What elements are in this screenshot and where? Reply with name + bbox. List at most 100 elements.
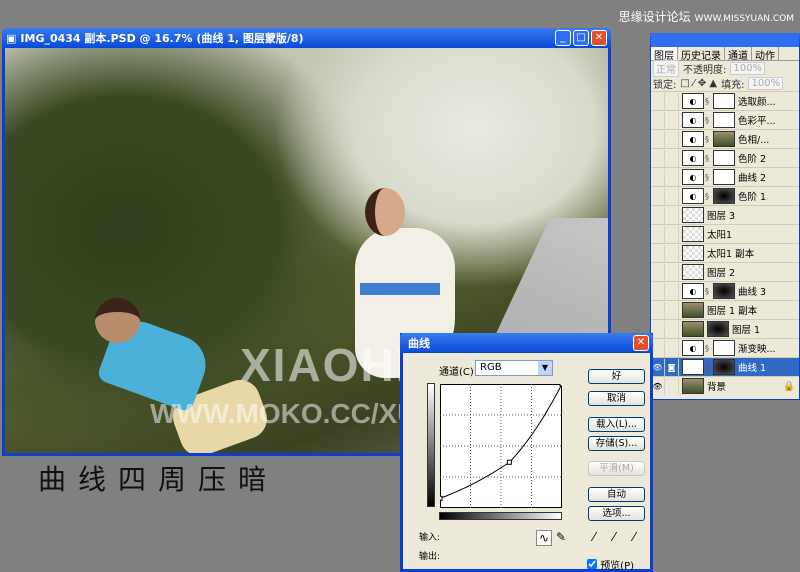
lock-label: 锁定: (653, 80, 677, 91)
layer-mask-thumbnail (713, 359, 735, 375)
layer-row[interactable]: ◐ § 色彩平... (651, 110, 799, 129)
layer-row[interactable]: 太阳1 副本 (651, 243, 799, 262)
layer-row[interactable]: 太阳1 (651, 224, 799, 243)
visibility-eye-icon[interactable] (651, 225, 665, 243)
layer-row[interactable]: ◐ § 色阶 1 (651, 186, 799, 205)
layer-name: 曲线 2 (738, 173, 767, 184)
layer-thumbnail (682, 245, 704, 261)
layer-row[interactable]: 图层 3 (651, 205, 799, 224)
document-title: IMG_0434 副本.PSD @ 16.7% (曲线 1, 图层蒙版/8) (20, 32, 304, 45)
layer-thumbnail (682, 264, 704, 280)
white-eyedropper-icon[interactable]: ⁄ (633, 530, 635, 544)
pencil-tool-icon[interactable]: ✎ (556, 530, 566, 544)
layer-name: 渐变映... (738, 344, 776, 355)
layer-thumbnail (682, 302, 704, 318)
tab-actions[interactable]: 动作 (752, 47, 779, 62)
visibility-eye-icon[interactable] (651, 187, 665, 205)
visibility-eye-icon[interactable] (651, 92, 665, 110)
auto-button[interactable]: 自动 (588, 487, 645, 502)
link-toggle[interactable] (665, 92, 679, 110)
lock-icons[interactable]: □ ⁄ ✥ ▲ (680, 78, 717, 89)
visibility-eye-icon[interactable] (651, 149, 665, 167)
visibility-eye-icon[interactable] (651, 339, 665, 357)
visibility-eye-icon[interactable] (651, 320, 665, 338)
layer-row[interactable]: ◐ § 色阶 2 (651, 148, 799, 167)
link-toggle[interactable] (665, 225, 679, 243)
link-toggle[interactable] (665, 168, 679, 186)
visibility-eye-icon[interactable] (651, 111, 665, 129)
minimize-button[interactable]: _ (555, 30, 571, 46)
link-toggle[interactable] (665, 377, 679, 395)
cancel-button[interactable]: 取消 (588, 391, 645, 406)
visibility-eye-icon[interactable] (651, 130, 665, 148)
link-toggle[interactable] (665, 282, 679, 300)
ok-button[interactable]: 好 (588, 369, 645, 384)
options-button[interactable]: 选项... (588, 506, 645, 521)
curve-graph[interactable] (440, 384, 562, 508)
blend-mode-select[interactable]: 正常 (653, 60, 679, 77)
link-toggle[interactable] (665, 301, 679, 319)
visibility-eye-icon[interactable]: 👁 (651, 377, 665, 395)
preview-checkbox[interactable]: 预览(P) (587, 557, 634, 572)
tab-layers[interactable]: 图层 (651, 47, 678, 62)
panel-tabs: 图层 历史记录 通道 动作 (651, 47, 799, 62)
link-toggle[interactable] (665, 339, 679, 357)
adjustment-icon: ◐ (682, 169, 704, 185)
visibility-eye-icon[interactable]: 👁 (651, 358, 665, 376)
layer-name: 太阳1 (707, 230, 733, 241)
layer-list: ◐ § 选取颜... ◐ § 色彩平... ◐ § 色相/... ◐ § 色阶 2 ◐ § 曲线 2 ◐ § 色阶… (651, 91, 799, 395)
layer-row[interactable]: ◐ § 曲线 2 (651, 167, 799, 186)
visibility-eye-icon[interactable] (651, 263, 665, 281)
link-toggle[interactable] (665, 130, 679, 148)
layer-row[interactable]: 图层 1 副本 (651, 300, 799, 319)
link-toggle[interactable]: ◙ (665, 358, 679, 376)
layer-name: 色阶 2 (738, 154, 767, 165)
visibility-eye-icon[interactable] (651, 244, 665, 262)
chain-icon: § (705, 343, 709, 353)
link-toggle[interactable] (665, 111, 679, 129)
curve-point[interactable] (506, 459, 512, 465)
channel-select[interactable]: RGB ▼ (475, 360, 553, 376)
tab-history[interactable]: 历史记录 (678, 47, 725, 62)
layer-row[interactable]: ◐ § 选取颜... (651, 91, 799, 110)
link-toggle[interactable] (665, 263, 679, 281)
gray-eyedropper-icon[interactable]: ⁄ (613, 530, 615, 544)
opacity-input[interactable]: 100% (730, 62, 765, 75)
channel-value: RGB (480, 362, 502, 373)
visibility-eye-icon[interactable] (651, 282, 665, 300)
fill-input[interactable]: 100% (748, 77, 784, 90)
layer-row[interactable]: 👁 ◙ ◐ § 曲线 1 (651, 357, 799, 376)
visibility-eye-icon[interactable] (651, 206, 665, 224)
visibility-eye-icon[interactable] (651, 168, 665, 186)
curves-titlebar[interactable]: 曲线 ✕ (400, 333, 653, 353)
tab-channels[interactable]: 通道 (725, 47, 752, 62)
curves-close-button[interactable]: ✕ (633, 335, 649, 351)
link-toggle[interactable] (665, 206, 679, 224)
close-button[interactable]: ✕ (591, 30, 607, 46)
save-button[interactable]: 存储(S)... (588, 436, 645, 451)
layer-row[interactable]: ◐ § 色相/... (651, 129, 799, 148)
layer-row[interactable]: 👁 背景 🔒 (651, 376, 799, 395)
layer-row[interactable]: 图层 1 (651, 319, 799, 338)
maximize-button[interactable]: □ (573, 30, 589, 46)
layer-row[interactable]: ◐ § 渐变映... (651, 338, 799, 357)
load-button[interactable]: 载入(L)... (588, 417, 645, 432)
layer-mask-thumbnail (713, 340, 735, 356)
black-eyedropper-icon[interactable]: ⁄ (593, 530, 595, 544)
link-toggle[interactable] (665, 244, 679, 262)
link-toggle[interactable] (665, 149, 679, 167)
curve-point[interactable] (440, 495, 443, 501)
curve-tool-icon[interactable]: ∿ (536, 530, 553, 546)
document-titlebar[interactable]: ▣ IMG_0434 副本.PSD @ 16.7% (曲线 1, 图层蒙版/8)… (2, 28, 611, 48)
visibility-eye-icon[interactable] (651, 301, 665, 319)
curve-point[interactable] (559, 384, 562, 387)
layer-row[interactable]: 图层 2 (651, 262, 799, 281)
layer-row[interactable]: ◐ § 曲线 3 (651, 281, 799, 300)
lock-row: 锁定: □ ⁄ ✥ ▲ 填充: 100% (651, 76, 799, 91)
preview-check[interactable] (587, 559, 597, 569)
link-toggle[interactable] (665, 187, 679, 205)
link-toggle[interactable] (665, 320, 679, 338)
layer-name: 背景 (707, 382, 727, 393)
preview-label: 预览(P) (600, 561, 635, 572)
layer-name: 选取颜... (738, 97, 776, 108)
